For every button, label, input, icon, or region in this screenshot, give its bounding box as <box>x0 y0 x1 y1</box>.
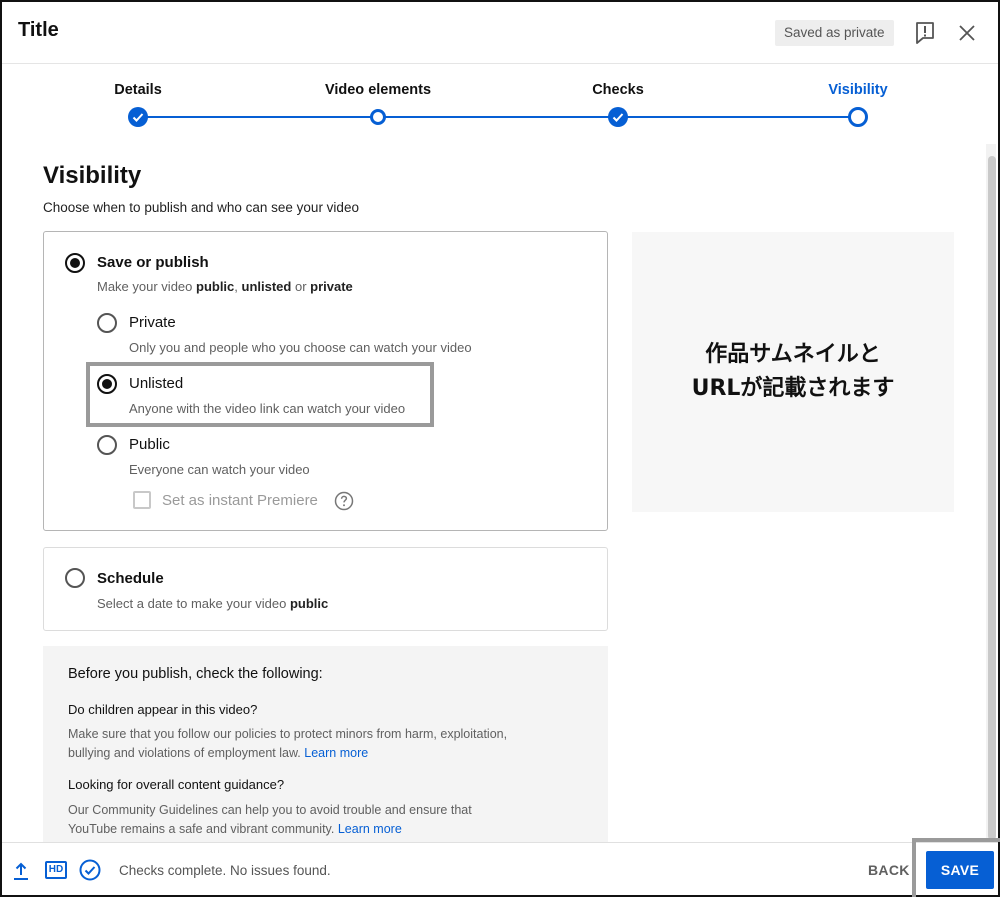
stepper-line <box>138 116 858 118</box>
pre-publish-checklist: Before you publish, check the following:… <box>43 646 608 842</box>
save-button[interactable]: SAVE <box>926 851 994 889</box>
thumbnail-annotation-line2: URLが記載されます <box>691 376 895 401</box>
thumbnail-annotation: 作品サムネイルと URLが記載されます <box>632 338 954 406</box>
step-checks-dot[interactable] <box>608 107 628 127</box>
save-or-publish-radio[interactable] <box>65 253 85 273</box>
dialog-header: Title Saved as private <box>2 2 998 64</box>
schedule-title: Schedule <box>97 570 164 587</box>
private-desc: Only you and people who you choose can w… <box>129 340 472 355</box>
step-video-elements-label[interactable]: Video elements <box>325 82 431 98</box>
public-desc: Everyone can watch your video <box>129 462 310 477</box>
checklist-title: Before you publish, check the following: <box>68 666 323 682</box>
checks-complete-icon <box>79 859 101 881</box>
hd-icon: HD <box>45 861 67 879</box>
feedback-icon[interactable] <box>914 21 936 45</box>
help-icon[interactable] <box>334 491 354 511</box>
progress-stepper: Details Video elements Checks Visibility <box>0 64 1000 144</box>
guidance-question: Looking for overall content guidance? <box>68 777 285 792</box>
scrollbar-thumb[interactable] <box>988 156 996 840</box>
check-icon <box>132 113 144 122</box>
section-heading: Visibility <box>43 162 142 189</box>
step-checks-label[interactable]: Checks <box>592 82 644 98</box>
learn-more-link-guidelines[interactable]: Learn more <box>338 822 402 836</box>
save-or-publish-desc: Make your video public, unlisted or priv… <box>97 279 353 294</box>
check-icon <box>612 113 624 122</box>
step-video-elements-dot[interactable] <box>370 109 386 125</box>
step-visibility-label[interactable]: Visibility <box>828 82 887 98</box>
private-radio[interactable] <box>97 313 117 333</box>
close-icon[interactable] <box>957 23 977 43</box>
back-button[interactable]: BACK <box>868 862 910 878</box>
step-details-dot[interactable] <box>128 107 148 127</box>
children-policy-text: Make sure that you follow our policies t… <box>68 727 508 760</box>
step-details-label[interactable]: Details <box>114 82 162 98</box>
step-visibility-dot[interactable] <box>848 107 868 127</box>
unlisted-highlight-frame <box>86 362 434 427</box>
public-radio[interactable] <box>97 435 117 455</box>
save-or-publish-title: Save or publish <box>97 254 209 271</box>
dialog-footer: HD Checks complete. No issues found. BAC… <box>2 842 998 895</box>
upload-icon <box>14 862 28 880</box>
children-question: Do children appear in this video? <box>68 702 258 717</box>
schedule-radio[interactable] <box>65 568 85 588</box>
schedule-card: Schedule Select a date to make your vide… <box>43 547 608 631</box>
guidance-text: Our Community Guidelines can help you to… <box>68 803 472 836</box>
thumbnail-annotation-line1: 作品サムネイルと <box>705 342 881 367</box>
dialog-title: Title <box>18 19 59 41</box>
saved-status-badge: Saved as private <box>775 20 894 46</box>
public-label: Public <box>129 436 170 453</box>
learn-more-link-minors[interactable]: Learn more <box>304 746 368 760</box>
section-subheading: Choose when to publish and who can see y… <box>43 200 359 215</box>
schedule-desc: Select a date to make your video public <box>97 596 329 611</box>
instant-premiere-checkbox[interactable] <box>133 491 151 509</box>
instant-premiere-label: Set as instant Premiere <box>162 492 318 509</box>
checks-status-text: Checks complete. No issues found. <box>119 863 331 878</box>
private-label: Private <box>129 314 176 331</box>
